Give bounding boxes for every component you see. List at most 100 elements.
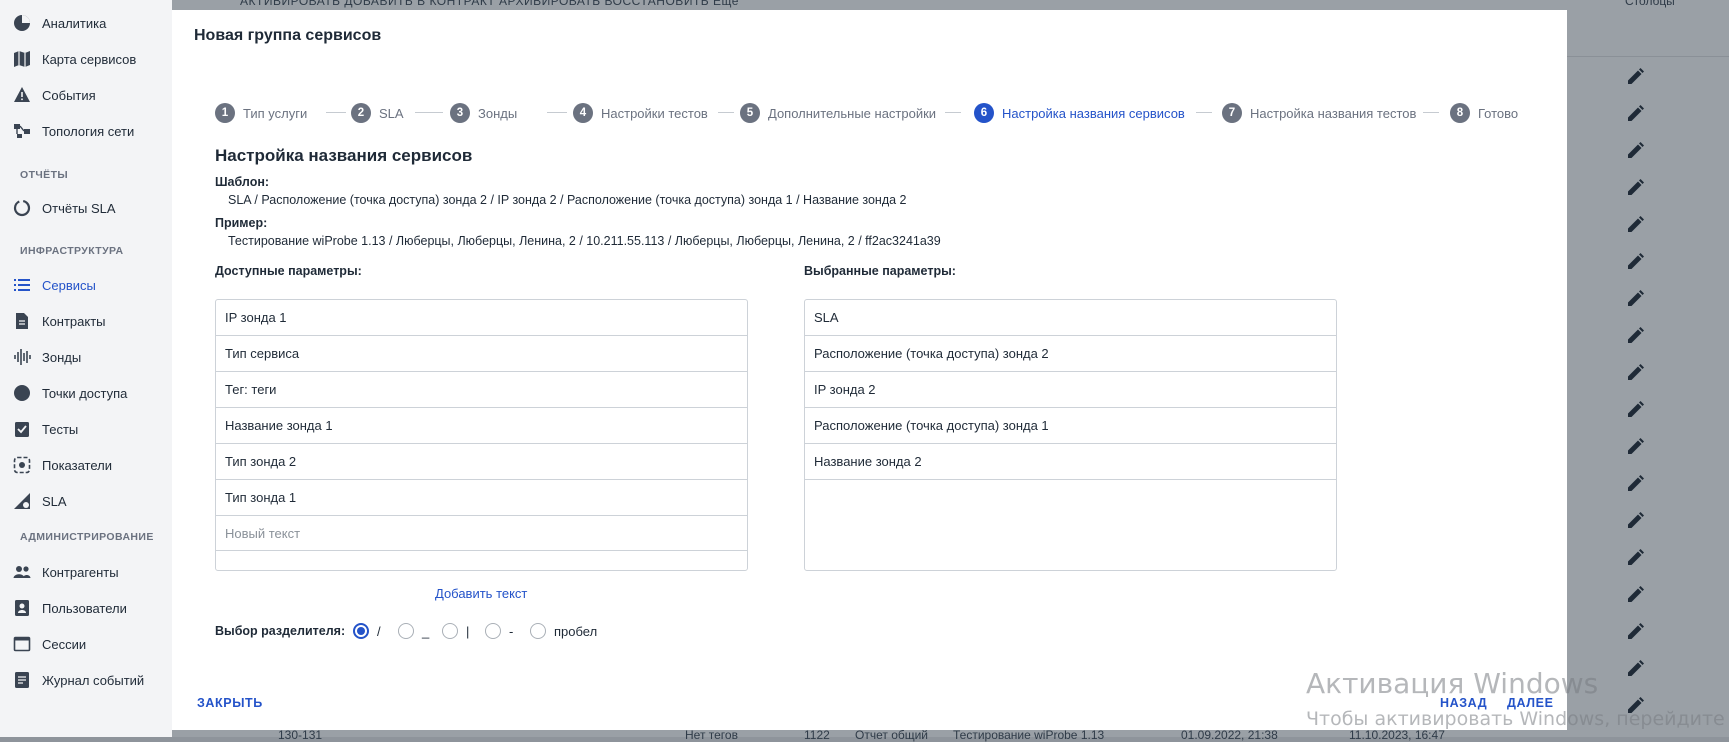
log-icon [12,670,32,690]
selected-params-list: SLA Расположение (точка доступа) зонда 2… [804,299,1337,571]
edit-icon [1625,659,1645,679]
sidebar-item-sla[interactable]: SLA [12,489,67,513]
sidebar-item-label: Журнал событий [42,672,145,688]
template-value: SLA / Расположение (точка доступа) зонда… [228,193,907,207]
list-item[interactable]: Тег: теги [216,372,747,408]
list-item[interactable]: Расположение (точка доступа) зонда 1 [805,408,1336,444]
available-params-list: IP зонда 1 Тип сервиса Тег: теги Названи… [215,299,748,571]
example-label: Пример: [215,216,268,230]
edit-icon [1625,548,1645,568]
step-connector [1423,112,1439,113]
step-sla[interactable]: 2 SLA [351,101,404,125]
step-label: Настройка названия тестов [1250,105,1417,121]
sidebar-item-event-log[interactable]: Журнал событий [12,668,144,692]
edit-icon [1625,437,1645,457]
bg-cell: 11.10.2023, 16:47 [1349,728,1445,742]
edit-icon [1625,178,1645,198]
sidebar-item-analytics[interactable]: Аналитика [12,11,106,35]
list-item[interactable]: IP зонда 1 [216,300,747,336]
sidebar-item-services[interactable]: Сервисы [12,273,96,297]
section-administration: АДМИНИСТРИРОВАНИЕ [20,531,154,543]
step-number: 5 [740,103,760,123]
step-connector [1196,112,1212,113]
step-test-settings[interactable]: 4 Настройки тестов [573,101,708,125]
checklist-icon [12,419,32,439]
topology-icon [12,121,32,141]
sidebar-item-tests[interactable]: Тесты [12,417,78,441]
list-item[interactable]: Тип зонда 1 [216,480,747,516]
sidebar-item-label: Контракты [42,313,106,329]
sidebar-item-events[interactable]: События [12,83,96,107]
radio-circle [442,623,458,639]
sidebar-item-label: Аналитика [42,15,107,31]
list-item[interactable]: IP зонда 2 [805,372,1336,408]
map-icon [12,49,32,69]
edit-icon [1625,363,1645,383]
separator-slash-radio[interactable]: / [353,623,381,639]
list-item[interactable]: Тип зонда 2 [216,444,747,480]
sidebar-item-label: Топология сети [42,123,135,139]
sidebar-item-label: Отчёты SLA [42,200,116,216]
step-test-naming[interactable]: 7 Настройка названия тестов [1222,101,1416,125]
step-done[interactable]: 8 Готово [1450,101,1518,125]
sla-icon [12,491,32,511]
user-card-icon [12,598,32,618]
sidebar-item-label: Сессии [42,636,87,652]
step-connector [945,112,961,113]
separator-space-radio[interactable]: пробел [530,623,597,639]
list-item[interactable]: Название зонда 2 [805,444,1336,480]
new-text-input[interactable]: Новый текст [216,516,747,551]
sidebar-item-probes[interactable]: Зонды [12,345,81,369]
step-probes[interactable]: 3 Зонды [450,101,517,125]
sidebar-item-label: Зонды [42,349,82,365]
separator-dash-radio[interactable]: - [485,623,513,639]
sidebar-item-service-map[interactable]: Карта сервисов [12,47,136,71]
step-service-type[interactable]: 1 Тип услуги [215,101,307,125]
windows-watermark-subtitle: Чтобы активировать Windows, перейдите [1306,708,1725,730]
sidebar-item-users[interactable]: Пользователи [12,596,127,620]
step-service-naming[interactable]: 6 Настройка названия сервисов [974,101,1185,125]
pie-chart-icon [12,13,32,33]
separator-pipe-radio[interactable]: | [442,623,469,639]
sidebar-item-topology[interactable]: Топология сети [12,119,134,143]
step-label: Дополнительные настройки [768,105,937,121]
sidebar-item-sessions[interactable]: Сессии [12,632,86,656]
sidebar-item-contractors[interactable]: Контрагенты [12,560,119,584]
example-value: Тестирование wiProbe 1.13 / Люберцы, Люб… [228,234,941,248]
separator-underscore-radio[interactable]: _ [398,623,429,639]
step-additional-settings[interactable]: 5 Дополнительные настройки [740,101,936,125]
bg-cell: Нет тегов [685,728,738,742]
list-item[interactable]: Тип сервиса [216,336,747,372]
sidebar-item-label: Карта сервисов [42,51,137,67]
list-icon [12,275,32,295]
sidebar-item-label: Тесты [42,421,79,437]
section-title: Настройка названия сервисов [215,146,473,165]
close-button[interactable]: ЗАКРЫТЬ [197,696,263,710]
list-item[interactable]: Название зонда 1 [216,408,747,444]
add-text-button[interactable]: Добавить текст [435,586,527,601]
radio-label: пробел [554,623,598,639]
radio-label: - [509,623,514,639]
sidebar-item-contracts[interactable]: Контракты [12,309,106,333]
radio-label: / [377,623,381,639]
step-label: Настройки тестов [601,105,708,121]
edit-icon [1625,141,1645,161]
sidebar-item-sla-reports[interactable]: Отчёты SLA [12,196,116,220]
edit-icon [1625,326,1645,346]
list-item[interactable]: Расположение (точка доступа) зонда 2 [805,336,1336,372]
radio-label: _ [422,623,430,639]
sidebar-item-metrics[interactable]: Показатели [12,453,112,477]
columns-button: Столбцы [1625,0,1675,8]
window-icon [12,634,32,654]
sidebar-item-access-points[interactable]: Точки доступа [12,381,127,405]
bg-cell: 1122 [804,728,830,742]
sidebar-item-label: SLA [42,493,67,509]
step-number: 2 [351,103,371,123]
list-item[interactable]: SLA [805,300,1336,336]
bg-cell: 130-131 [278,728,323,742]
radio-circle [530,623,546,639]
people-icon [12,562,32,582]
signal-icon [12,347,32,367]
sidebar-item-label: Контрагенты [42,564,119,580]
gauge-icon [12,455,32,475]
